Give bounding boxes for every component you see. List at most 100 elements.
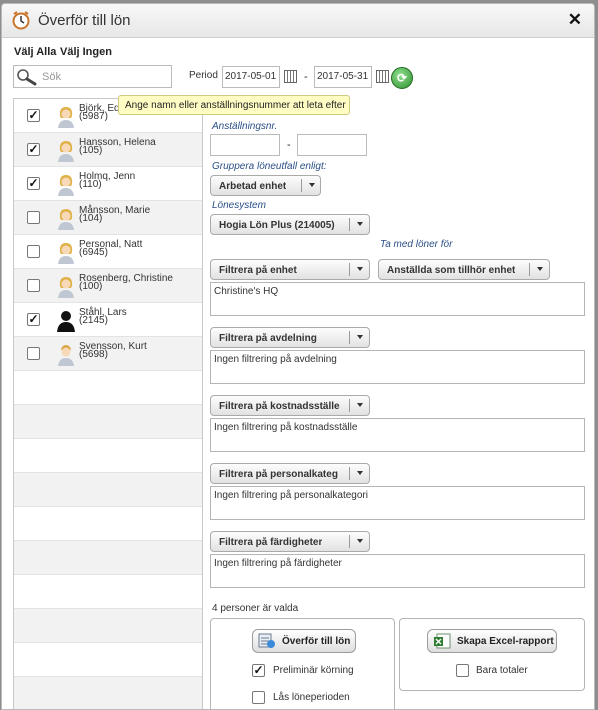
filter-category-textarea[interactable]: Ingen filtrering på personalkategori <box>210 486 585 520</box>
person-silhouette-icon <box>57 311 75 332</box>
only-totals-checkbox[interactable] <box>456 664 469 677</box>
list-item <box>14 575 202 609</box>
filter-costcenter-textarea[interactable]: Ingen filtrering på kostnadsställe <box>210 418 585 452</box>
employee-checkbox[interactable]: ✓ <box>27 109 40 122</box>
list-item[interactable]: Månsson, Marie (104) <box>14 201 202 235</box>
refresh-icon[interactable]: ⟳ <box>391 67 413 89</box>
employee-checkbox[interactable] <box>27 279 40 292</box>
include-salaries-dropdown[interactable]: Anställda som tillhör enhet <box>378 259 550 280</box>
payroll-system-value: Hogia Lön Plus (214005) <box>219 220 335 231</box>
payroll-system-dropdown[interactable]: Hogia Lön Plus (214005) <box>210 214 370 235</box>
group-by-dropdown[interactable]: Arbetad enhet <box>210 175 321 196</box>
transfer-button-label: Överför till lön <box>282 636 351 647</box>
dropdown-divider <box>349 399 350 412</box>
list-item <box>14 643 202 677</box>
list-item <box>14 405 202 439</box>
employee-number: (2145) <box>79 315 108 326</box>
chevron-down-icon <box>537 267 543 271</box>
female-avatar-icon <box>58 209 74 230</box>
filter-unit-dropdown[interactable]: Filtrera på enhet <box>210 259 370 280</box>
list-item[interactable]: Svensson, Kurt (5698) <box>14 337 202 371</box>
chevron-down-icon <box>309 183 315 187</box>
filter-department-label: Filtrera på avdelning <box>219 333 317 344</box>
group-by-label: Gruppera löneutfall enligt: <box>212 161 327 172</box>
search-icon <box>17 69 37 86</box>
search-tooltip: Ange namn eller anställningsnummer att l… <box>118 95 350 115</box>
group-by-value: Arbetad enhet <box>219 181 287 192</box>
clock-icon <box>12 11 30 30</box>
filter-costcenter-dropdown[interactable]: Filtrera på kostnadsställe <box>210 395 370 416</box>
employment-number-to-input[interactable] <box>297 134 367 156</box>
chevron-down-icon <box>357 539 363 543</box>
employee-checkbox[interactable] <box>27 211 40 224</box>
excel-panel: Skapa Excel-rapport Bara totaler <box>399 618 585 691</box>
employee-checkbox[interactable] <box>27 245 40 258</box>
filter-skills-label: Filtrera på färdigheter <box>219 537 323 548</box>
filter-unit-textarea[interactable]: Christine's HQ <box>210 282 585 316</box>
employee-number: (6945) <box>79 247 108 258</box>
close-icon[interactable]: ✕ <box>568 10 582 30</box>
chevron-down-icon <box>357 335 363 339</box>
employee-number: (100) <box>79 281 103 292</box>
employment-number-label: Anställningsnr. <box>212 121 278 132</box>
employee-number: (110) <box>79 179 102 190</box>
employee-checkbox[interactable]: ✓ <box>27 313 40 326</box>
lock-period-checkbox[interactable] <box>252 691 265 704</box>
payroll-system-label: Lönesystem <box>212 200 266 211</box>
employee-number: (5987) <box>79 111 108 122</box>
transfer-dialog: Överför till lön ✕ Välj Alla Välj Ingen … <box>1 3 595 710</box>
dropdown-divider <box>349 331 350 344</box>
filter-department-textarea[interactable]: Ingen filtrering på avdelning <box>210 350 585 384</box>
list-item <box>14 439 202 473</box>
employment-number-from-input[interactable] <box>210 134 280 156</box>
list-item[interactable]: Personal, Natt (6945) <box>14 235 202 269</box>
list-item[interactable]: ✓ Holmq, Jenn (110) <box>14 167 202 201</box>
search-input[interactable] <box>40 69 168 85</box>
period-from-input[interactable]: 2017-05-01 <box>222 66 280 88</box>
list-item[interactable]: ✓ Ståhl, Lars (2145) <box>14 303 202 337</box>
title-bar: Överför till lön ✕ <box>2 4 594 38</box>
employee-checkbox[interactable] <box>27 347 40 360</box>
filter-department-dropdown[interactable]: Filtrera på avdelning <box>210 327 370 348</box>
calendar-icon[interactable] <box>376 70 389 83</box>
include-salaries-value: Anställda som tillhör enhet <box>387 265 516 276</box>
dropdown-divider <box>301 179 302 192</box>
select-none-link[interactable]: Välj Ingen <box>60 46 112 58</box>
calendar-icon[interactable] <box>284 70 297 83</box>
dialog-title: Överför till lön <box>38 12 131 29</box>
preliminary-run-checkbox[interactable]: ✓ <box>252 664 265 677</box>
employee-number: (105) <box>79 145 103 156</box>
filter-skills-textarea[interactable]: Ingen filtrering på färdigheter <box>210 554 585 588</box>
female-avatar-icon <box>58 141 74 162</box>
dropdown-divider <box>349 218 350 231</box>
filter-unit-label: Filtrera på enhet <box>219 265 297 276</box>
excel-button-label: Skapa Excel-rapport <box>457 636 554 647</box>
transfer-to-payroll-button[interactable]: Överför till lön <box>252 629 356 653</box>
list-item[interactable]: ✓ Hansson, Helena (105) <box>14 133 202 167</box>
chevron-down-icon <box>357 222 363 226</box>
period-separator: - <box>304 71 308 83</box>
select-all-link[interactable]: Välj Alla <box>14 46 56 58</box>
dropdown-divider <box>349 263 350 276</box>
filter-skills-dropdown[interactable]: Filtrera på färdigheter <box>210 531 370 552</box>
period-label: Period <box>189 70 218 81</box>
employee-number: (5698) <box>79 349 108 360</box>
employee-checkbox[interactable]: ✓ <box>27 177 40 190</box>
employee-list: ✓ Björk, Edo (5987) ✓ Hansson, Helena (1… <box>13 98 203 709</box>
filter-category-dropdown[interactable]: Filtrera på personalkateg <box>210 463 370 484</box>
male-avatar-icon <box>58 345 74 366</box>
chevron-down-icon <box>357 403 363 407</box>
create-excel-report-button[interactable]: Skapa Excel-rapport <box>427 629 557 653</box>
include-salaries-label: Ta med löner för <box>380 239 453 250</box>
chevron-down-icon <box>357 471 363 475</box>
list-item <box>14 507 202 541</box>
excel-icon <box>434 633 451 649</box>
chevron-down-icon <box>357 267 363 271</box>
female-avatar-icon <box>58 243 74 264</box>
period-to-input[interactable]: 2017-05-31 <box>314 66 372 88</box>
filter-category-label: Filtrera på personalkateg <box>219 469 338 480</box>
filter-costcenter-label: Filtrera på kostnadsställe <box>219 401 340 412</box>
employee-checkbox[interactable]: ✓ <box>27 143 40 156</box>
female-avatar-icon <box>58 175 74 196</box>
list-item[interactable]: Rosenberg, Christine (100) <box>14 269 202 303</box>
